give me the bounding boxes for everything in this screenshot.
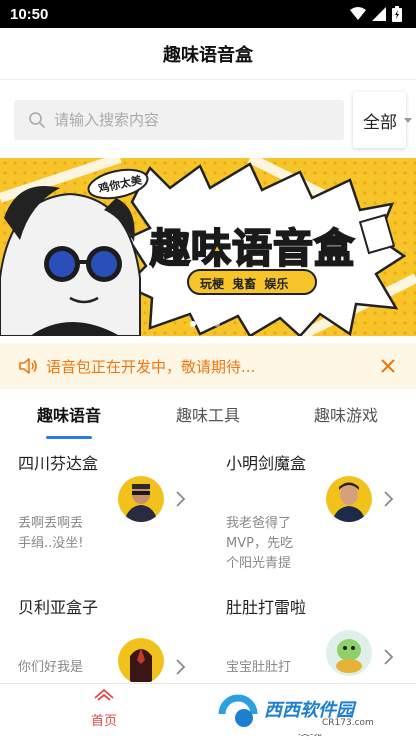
voice-card[interactable]: 贝利亚盒子 你们好我是 (18, 592, 208, 682)
nav-home-label: 首页 (90, 714, 117, 729)
wifi-icon (350, 7, 366, 20)
card-title: 肚肚打雷啦 (226, 598, 307, 617)
man-portrait-avatar-icon (326, 476, 372, 522)
turtle-avatar-icon (326, 630, 372, 676)
title-bar: 趣味语音盒 (0, 28, 416, 80)
pagination-dot[interactable] (202, 321, 208, 327)
promo-banner[interactable]: 鸡你太美 趣味语音盒 玩梗 鬼畜 娱乐 (0, 158, 416, 336)
tab-fun-voice[interactable]: 趣味语音 (37, 402, 101, 426)
card-description: 你们好我是 (18, 660, 84, 675)
notice-text: 语音包正在开发中，敬请期待... (46, 357, 256, 376)
search-icon (29, 112, 45, 128)
chevron-right-icon (384, 491, 394, 507)
status-icons (350, 6, 402, 22)
card-title: 四川芬达盒 (18, 454, 99, 473)
card-description: 丢啊丢啊丢手绢..没坐! (18, 516, 84, 551)
watermark-url: CR173.com (322, 718, 374, 728)
filter-label: 全部 (363, 112, 397, 133)
banner-tags: 玩梗 鬼畜 娱乐 (200, 277, 289, 291)
search-box[interactable] (14, 100, 344, 140)
notice-bar: 语音包正在开发中，敬请期待... (0, 343, 416, 389)
active-tab-indicator (46, 436, 92, 439)
battery-icon (392, 6, 402, 22)
pagination-dot[interactable] (214, 321, 220, 327)
chevron-right-icon (176, 491, 186, 507)
banner-pagination (190, 321, 220, 327)
tab-fun-tools[interactable]: 趣味工具 (176, 402, 240, 426)
status-bar: 10:50 (0, 0, 416, 28)
home-icon (94, 689, 114, 701)
tab-fun-games[interactable]: 趣味游戏 (314, 402, 378, 426)
signal-icon (372, 7, 386, 21)
belial-avatar-icon (118, 638, 164, 682)
page-title: 趣味语音盒 (163, 44, 253, 66)
search-row: 全部 (0, 92, 416, 150)
card-description: 宝宝肚肚打 (226, 660, 292, 675)
nav-home[interactable]: 首页 (78, 688, 130, 738)
voice-card[interactable]: 小明剑魔盒 我老爸得了MVP，先吃个阳光青提 (226, 448, 416, 572)
banner-headline: 趣味语音盒 (149, 225, 355, 273)
voice-card[interactable]: 肚肚打雷啦 宝宝肚肚打 (226, 592, 416, 682)
chevron-down-icon (404, 118, 412, 123)
category-tabs: 趣味语音 趣味工具 趣味游戏 (0, 392, 416, 442)
status-time: 10:50 (10, 5, 49, 23)
voice-card[interactable]: 四川芬达盒 丢啊丢啊丢手绢..没坐! (18, 448, 208, 572)
search-input[interactable] (54, 111, 324, 129)
chevron-right-icon (176, 659, 186, 675)
card-description: 我老爸得了MVP，先吃个阳光青提 (226, 516, 293, 571)
card-title: 贝利亚盒子 (18, 598, 99, 617)
chevron-right-icon (384, 649, 394, 665)
watermark: 西西软件园 CR173.com (214, 694, 398, 734)
pagination-dot[interactable] (190, 321, 196, 327)
speaker-icon (19, 358, 37, 374)
card-title: 小明剑魔盒 (226, 454, 307, 473)
man-sunglasses-avatar-icon (118, 476, 164, 522)
panda-figure (0, 186, 141, 336)
close-icon[interactable] (378, 356, 398, 376)
category-filter-select[interactable]: 全部 (353, 92, 406, 148)
